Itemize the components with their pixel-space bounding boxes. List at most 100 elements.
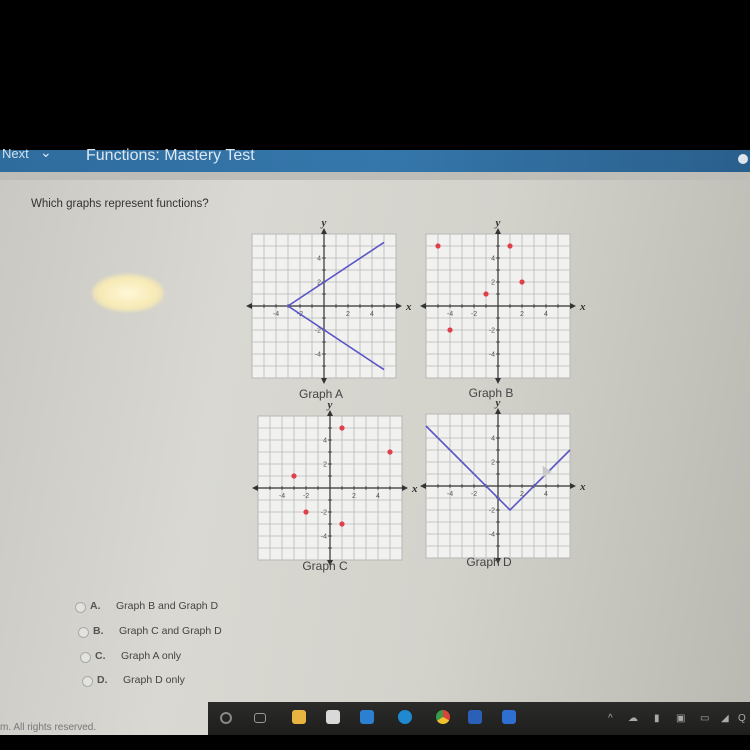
- x-axis-arrow-left: [420, 303, 426, 309]
- x-axis-label: x: [579, 481, 586, 493]
- search-icon[interactable]: [220, 712, 232, 724]
- x-axis-arrow-left: [246, 303, 252, 309]
- network-icon[interactable]: ☁: [628, 713, 638, 724]
- radio-button[interactable]: [80, 652, 91, 663]
- data-point: [435, 243, 441, 249]
- graph-c-label: Graph C: [302, 559, 348, 573]
- word-icon[interactable]: [468, 710, 482, 724]
- y-tick-label: 4: [317, 256, 321, 263]
- file-explorer-icon[interactable]: [292, 710, 306, 724]
- x-tick-label: -4: [279, 493, 285, 500]
- y-tick-label: -2: [321, 510, 327, 517]
- y-tick-label: 2: [323, 462, 327, 469]
- graph-svg: -4-4-2-22244xy: [420, 397, 586, 564]
- x-tick-label: -2: [471, 311, 477, 318]
- task-view-icon[interactable]: [254, 713, 266, 723]
- screen-glare: [92, 274, 164, 312]
- y-tick-label: 2: [491, 280, 495, 287]
- y-axis-label: y: [320, 217, 327, 229]
- data-point: [483, 291, 489, 297]
- copyright-footer: m. All rights reserved.: [0, 722, 97, 733]
- wifi-icon[interactable]: ◢: [721, 713, 729, 724]
- x-axis-arrow-right: [570, 303, 576, 309]
- data-point: [339, 425, 345, 431]
- x-axis-arrow-left: [252, 485, 258, 491]
- y-tick-label: 4: [323, 438, 327, 445]
- data-point: [291, 473, 297, 479]
- store-icon[interactable]: [326, 710, 340, 724]
- y-tick-label: 2: [491, 460, 495, 467]
- y-axis-label: y: [494, 397, 501, 409]
- x-tick-label: -4: [447, 311, 453, 318]
- y-tick-label: -2: [315, 328, 321, 335]
- test-header-bar: Next ⌄ Functions: Mastery Test: [0, 144, 750, 172]
- x-axis-arrow-left: [420, 483, 426, 489]
- option-letter: A.: [90, 600, 101, 612]
- mail-icon[interactable]: [360, 710, 374, 724]
- graph-c: -4 -4 -2 -2 2 2 4 4 x y: [252, 399, 422, 573]
- data-point: [303, 509, 309, 515]
- x-axis-label: x: [579, 301, 586, 313]
- volume-icon[interactable]: Q: [738, 713, 746, 724]
- battery-icon[interactable]: ▭: [700, 713, 709, 724]
- y-tick-label: -4: [489, 352, 495, 359]
- graph-a: -4 -4 -2 -2 2 2 4 4 x y: [246, 217, 416, 391]
- x-tick-label: 2: [352, 493, 356, 500]
- data-point: [387, 449, 393, 455]
- next-button[interactable]: Next: [2, 146, 29, 161]
- option-text: Graph A only: [121, 650, 182, 662]
- edge-icon[interactable]: [398, 710, 412, 724]
- radio-button[interactable]: [75, 602, 86, 613]
- data-point: [519, 279, 525, 285]
- x-tick-label: 2: [520, 311, 524, 318]
- x-tick-label: 2: [346, 311, 350, 318]
- x-tick-label: -4: [447, 491, 453, 498]
- x-tick-label: 4: [370, 311, 374, 318]
- graph-d-label: Graph D: [466, 555, 512, 569]
- test-title: Functions: Mastery Test: [86, 147, 255, 164]
- x-axis-arrow-right: [396, 303, 402, 309]
- chevron-up-icon[interactable]: ^: [608, 713, 613, 724]
- x-axis-arrow-right: [402, 485, 408, 491]
- zoom-icon[interactable]: [502, 710, 516, 724]
- y-tick-label: -4: [489, 532, 495, 539]
- graph-svg: -4 -4 -2 -2 2 2 4 4 x y: [252, 399, 418, 566]
- data-point: [507, 243, 513, 249]
- windows-taskbar: ^ ☁ ▮ ▣ ▭ ◢ Q: [208, 702, 750, 735]
- option-letter: D.: [97, 674, 108, 686]
- option-letter: B.: [93, 625, 104, 637]
- x-tick-label: 4: [376, 493, 380, 500]
- camera-icon[interactable]: ▣: [676, 713, 685, 724]
- y-tick-label: -2: [489, 328, 495, 335]
- x-tick-label: -2: [303, 493, 309, 500]
- y-tick-label: -4: [315, 352, 321, 359]
- graph-b: -4 -4 -2 -2 2 2 4 4 x y: [420, 217, 590, 391]
- header-divider: [0, 172, 750, 180]
- x-tick-label: -2: [471, 491, 477, 498]
- graph-svg: -4-4-2-22244xy: [246, 217, 412, 384]
- radio-button[interactable]: [78, 627, 89, 638]
- option-text: Graph D only: [123, 674, 185, 686]
- y-tick-label: -2: [489, 508, 495, 515]
- y-tick-label: 4: [491, 436, 495, 443]
- y-tick-label: 4: [491, 256, 495, 263]
- x-axis-label: x: [405, 301, 412, 313]
- graph-b-label: Graph B: [468, 386, 514, 400]
- microphone-icon[interactable]: ▮: [654, 713, 660, 724]
- check-icon: [738, 154, 748, 164]
- y-axis-label: y: [494, 217, 501, 229]
- graph-svg: -4 -4 -2 -2 2 2 4 4 x y: [420, 217, 586, 384]
- y-tick-label: -4: [321, 534, 327, 541]
- x-axis-arrow-right: [570, 483, 576, 489]
- y-axis-arrow-down: [495, 378, 501, 384]
- x-tick-label: -4: [273, 311, 279, 318]
- x-tick-label: 4: [544, 491, 548, 498]
- option-text: Graph B and Graph D: [116, 600, 219, 612]
- y-axis-label: y: [326, 399, 333, 411]
- chrome-icon[interactable]: [436, 710, 450, 724]
- x-axis-label: x: [411, 483, 418, 495]
- option-text: Graph C and Graph D: [119, 625, 222, 637]
- chevron-down-icon[interactable]: ⌄: [40, 144, 52, 161]
- radio-button[interactable]: [82, 676, 93, 687]
- x-tick-label: 4: [544, 311, 548, 318]
